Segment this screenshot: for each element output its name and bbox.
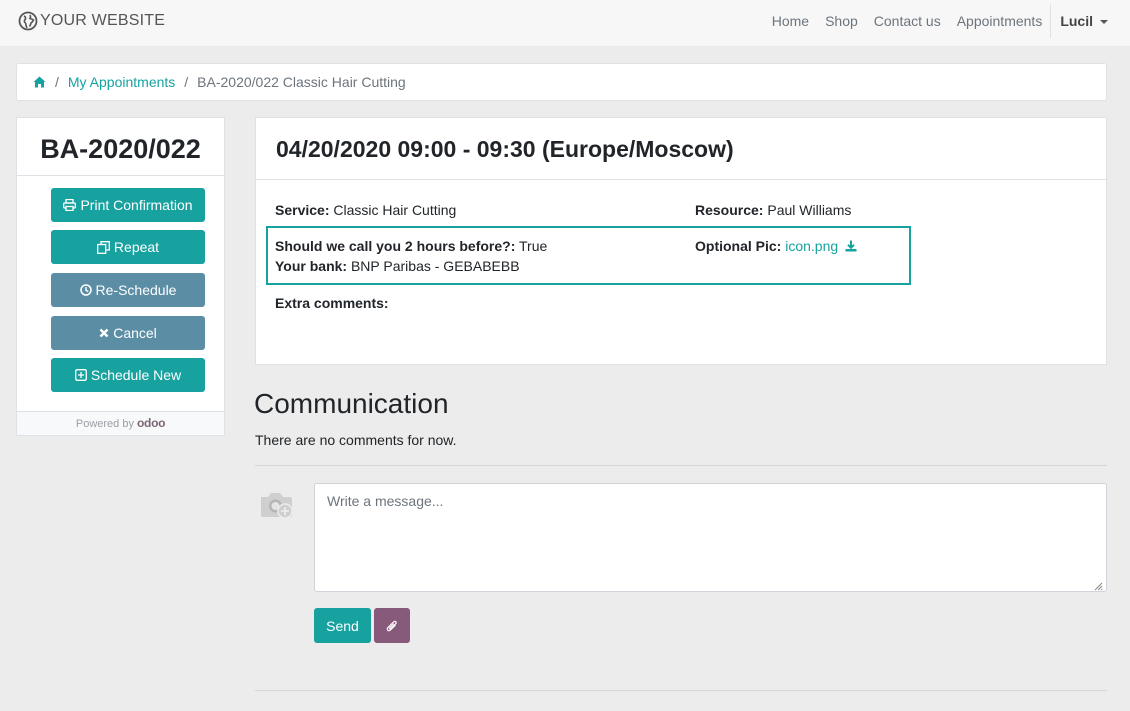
call-before-value: True bbox=[519, 238, 548, 254]
appointment-reference: BA-2020/022 bbox=[17, 118, 224, 176]
print-icon bbox=[63, 199, 77, 211]
powered-by-text: Powered by bbox=[75, 418, 134, 430]
extra-comments-field: Extra comments: bbox=[275, 295, 389, 311]
extra-comments-label: Extra comments: bbox=[275, 295, 389, 311]
highlighted-answers-box bbox=[266, 226, 911, 285]
top-navbar: YOUR WEBSITE Home Shop Contact us Appoin… bbox=[0, 0, 1130, 46]
repeat-button[interactable]: Repeat bbox=[51, 230, 205, 264]
breadcrumb-separator: / bbox=[184, 74, 189, 90]
close-icon bbox=[99, 328, 109, 338]
clock-icon bbox=[79, 284, 92, 296]
appointment-details-card: 04/20/2020 09:00 - 09:30 (Europe/Moscow)… bbox=[255, 117, 1107, 365]
appointment-sidebar: BA-2020/022 Print Confirmation Repeat Re… bbox=[16, 117, 225, 436]
main-menu: Home Shop Contact us Appointments Lucil bbox=[756, 0, 1108, 42]
plus-square-icon bbox=[74, 369, 87, 381]
brand-text: YOUR WEBSITE bbox=[40, 12, 166, 29]
attach-file-button[interactable] bbox=[374, 608, 410, 643]
nav-shop[interactable]: Shop bbox=[825, 13, 858, 29]
copy-icon bbox=[96, 240, 110, 254]
service-label: Service: bbox=[275, 202, 330, 218]
nav-home[interactable]: Home bbox=[772, 13, 809, 29]
nav-appointments[interactable]: Appointments bbox=[957, 13, 1043, 29]
odoo-logo[interactable]: odoo bbox=[137, 416, 165, 430]
breadcrumb: / My Appointments / BA-2020/022 Classic … bbox=[16, 63, 1107, 101]
nav-divider bbox=[1050, 4, 1052, 38]
bank-label: Your bank: bbox=[275, 258, 348, 274]
breadcrumb-separator: / bbox=[55, 74, 59, 90]
avatar-camera-icon bbox=[258, 488, 296, 522]
optional-pic-field: Optional Pic: icon.png bbox=[695, 238, 857, 254]
resize-grip-icon[interactable] bbox=[1093, 578, 1103, 594]
call-before-label: Should we call you 2 hours before?: bbox=[275, 238, 516, 254]
print-confirmation-label: Print Confirmation bbox=[80, 197, 193, 213]
appointment-datetime-heading: 04/20/2020 09:00 - 09:30 (Europe/Moscow) bbox=[256, 118, 1106, 180]
reschedule-button[interactable]: Re-Schedule bbox=[51, 273, 205, 307]
globe-icon bbox=[18, 11, 38, 31]
no-comments-text: There are no comments for now. bbox=[255, 432, 457, 448]
powered-by-footer: Powered by odoo bbox=[17, 411, 224, 435]
optional-pic-label: Optional Pic: bbox=[695, 238, 782, 254]
bank-field: Your bank: BNP Paribas - GEBABEBB bbox=[275, 258, 520, 274]
breadcrumb-current: BA-2020/022 Classic Hair Cutting bbox=[197, 74, 406, 90]
resource-value: Paul Williams bbox=[767, 202, 852, 218]
send-button[interactable]: Send bbox=[314, 608, 371, 643]
schedule-new-button[interactable]: Schedule New bbox=[51, 358, 205, 392]
website-logo[interactable]: YOUR WEBSITE bbox=[18, 10, 165, 32]
repeat-label: Repeat bbox=[113, 239, 160, 255]
reschedule-label: Re-Schedule bbox=[95, 282, 177, 298]
optional-pic-link[interactable]: icon.png bbox=[785, 238, 838, 254]
breadcrumb-my-appointments[interactable]: My Appointments bbox=[68, 74, 175, 90]
service-field: Service: Classic Hair Cutting bbox=[275, 202, 456, 218]
resource-label: Resource: bbox=[695, 202, 764, 218]
caret-down-icon bbox=[1100, 19, 1108, 24]
call-before-field: Should we call you 2 hours before?: True bbox=[275, 238, 547, 254]
divider bbox=[255, 465, 1107, 466]
resource-field: Resource: Paul Williams bbox=[695, 202, 851, 218]
message-input[interactable] bbox=[314, 483, 1107, 592]
nav-contact-us[interactable]: Contact us bbox=[874, 13, 941, 29]
paperclip-icon bbox=[386, 619, 398, 633]
user-name: Lucil bbox=[1060, 13, 1093, 29]
cancel-button[interactable]: Cancel bbox=[51, 316, 205, 350]
communication-title: Communication bbox=[254, 388, 449, 419]
schedule-new-label: Schedule New bbox=[90, 367, 182, 383]
download-icon[interactable] bbox=[845, 240, 857, 252]
home-icon[interactable] bbox=[33, 76, 46, 88]
service-value: Classic Hair Cutting bbox=[333, 202, 457, 218]
bank-value: BNP Paribas - GEBABEBB bbox=[350, 258, 520, 274]
divider bbox=[255, 690, 1107, 691]
cancel-label: Cancel bbox=[113, 325, 157, 341]
print-confirmation-button[interactable]: Print Confirmation bbox=[51, 188, 205, 222]
user-menu[interactable]: Lucil bbox=[1060, 13, 1108, 29]
